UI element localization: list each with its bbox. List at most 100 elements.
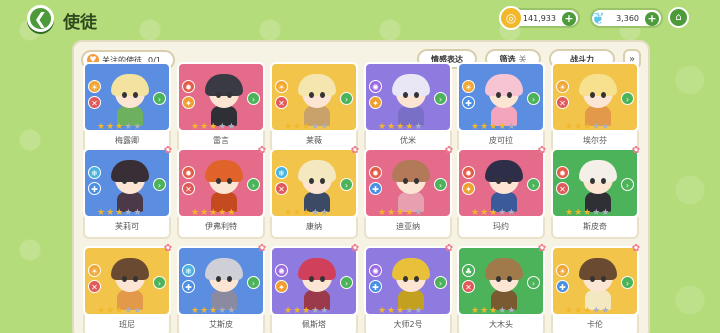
gem-currency: ❦ 3,360 + (590, 8, 663, 28)
role-icon: ✚ (182, 280, 195, 293)
element-icon: ✺ (369, 264, 382, 277)
role-icon: ✦ (182, 96, 195, 109)
apostle-name: 卡伦 (551, 315, 639, 333)
apostle-figure (296, 258, 338, 310)
chevron-right-icon: › (434, 178, 447, 191)
apostle-portrait: ☀ ✚ › ★ ★ ★ ★ ★ (551, 246, 639, 316)
element-icon: ✹ (182, 80, 195, 93)
apostle-card[interactable]: ✹ ✕ › ★ ★ ★ ★ ★ ✿ 斯皮奇 (551, 145, 641, 239)
chevron-right-icon: › (621, 92, 634, 105)
apostle-figure (296, 160, 338, 212)
apostle-card[interactable]: ✹ ✕ › ★ ★ ★ ★ ★ ✿ 伊弗利特 (177, 145, 267, 239)
role-icon: ✚ (369, 182, 382, 195)
apostle-figure (390, 258, 432, 310)
apostle-card[interactable]: ✹ ✦ › ★ ★ ★ ★ ★ ✿ 玛约 (457, 145, 547, 239)
chevron-right-icon: › (527, 276, 540, 289)
apostle-figure (296, 74, 338, 126)
apostle-card[interactable]: ☀ ✚ › ★ ★ ★ ★ ★ 皮可拉 (457, 62, 545, 153)
apostle-card[interactable]: ☀ ✕ › ★ ★ ★ ★ ★ 埃尔芬 (551, 62, 639, 153)
chevron-right-icon: › (247, 276, 260, 289)
apostle-name: 康纳 (270, 217, 358, 239)
flower-icon: ✿ (350, 243, 360, 254)
role-icon: ✦ (275, 280, 288, 293)
role-icon: ✕ (275, 96, 288, 109)
apostle-portrait: ✹ ✕ › ★ ★ ★ ★ ★ (177, 148, 265, 218)
element-icon: ✹ (369, 166, 382, 179)
apostle-name: 艾斯皮 (177, 315, 265, 333)
home-button[interactable]: ⌂ (668, 7, 689, 28)
apostle-card[interactable]: ❄ ✚ › ★ ★ ★ ★ ★ ✿ 芙莉可 (83, 145, 173, 239)
flower-icon: ✿ (257, 145, 267, 156)
apostle-portrait: ☀ ✕ › ★ ★ ★ ★ ★ (551, 62, 639, 132)
apostle-figure (109, 74, 151, 126)
apostle-name: 迪亚纳 (364, 217, 452, 239)
chevron-right-icon: › (340, 276, 353, 289)
element-icon: ☀ (88, 264, 101, 277)
apostle-card[interactable]: ☀ ✕ › ★ ★ ★ ★ ★ 莱薇 (270, 62, 358, 153)
flower-icon: ✿ (163, 243, 173, 254)
apostle-card[interactable]: ✺ ✚ › ★ ★ ★ ★ ★ ✿ 大师2号 (364, 243, 454, 333)
element-icon: ❄ (182, 264, 195, 277)
role-icon: ✕ (462, 280, 475, 293)
element-icon: ☀ (275, 80, 288, 93)
apostle-card[interactable]: ☀ ✚ › ★ ★ ★ ★ ★ ✿ 卡伦 (551, 243, 640, 333)
apostle-figure (577, 258, 619, 310)
apostle-card[interactable]: ☀ ✕ › ★ ★ ★ ★ ★ ✿ 班尼 (83, 243, 173, 333)
apostle-name: 大师2号 (364, 315, 452, 333)
apostle-card[interactable]: ✺ ✦ › ★ ★ ★ ★ ★ ✿ 佩斯塔 (270, 243, 360, 333)
apostle-portrait: ❄ ✚ › ★ ★ ★ ★ ★ (177, 246, 265, 316)
apostle-name: 伊弗利特 (177, 217, 265, 239)
apostle-portrait: ✹ ✦ › ★ ★ ★ ★ ★ (177, 62, 265, 132)
apostle-name: 佩斯塔 (270, 315, 358, 333)
home-icon: ⌂ (675, 12, 682, 23)
flower-icon: ✿ (444, 145, 454, 156)
apostle-name: 芙莉可 (83, 217, 171, 239)
apostle-card[interactable]: ✺ ✦ › ★ ★ ★ ★ ★ 优米 (364, 62, 452, 153)
chevron-right-icon: › (434, 92, 447, 105)
page-title: 使徒 (63, 13, 97, 33)
role-icon: ✚ (556, 280, 569, 293)
flower-icon: ✿ (631, 145, 641, 156)
role-icon: ✕ (556, 182, 569, 195)
flower-icon: ✿ (350, 145, 360, 156)
role-icon: ✕ (556, 96, 569, 109)
apostle-card[interactable]: ✹ ✚ › ★ ★ ★ ★ ★ ✿ 迪亚纳 (364, 145, 454, 239)
chevron-right-icon: › (247, 178, 260, 191)
chevron-right-icon: › (621, 178, 634, 191)
chevron-right-icon: › (527, 178, 540, 191)
apostle-figure (577, 74, 619, 126)
apostle-figure (577, 160, 619, 212)
apostle-portrait: ❄ ✕ › ★ ★ ★ ★ ★ (270, 148, 358, 218)
back-button[interactable]: ❮ (27, 5, 54, 32)
apostle-card[interactable]: ❄ ✚ › ★ ★ ★ ★ ★ ✿ 艾斯皮 (177, 243, 266, 333)
add-gems-button[interactable]: + (645, 12, 659, 26)
chevron-right-icon: › (340, 178, 353, 191)
apostle-portrait: ☀ ✕ › ★ ★ ★ ★ ★ (83, 246, 171, 316)
flower-icon: ✿ (163, 145, 173, 156)
flower-icon: ✿ (444, 243, 454, 254)
role-icon: ✚ (369, 280, 382, 293)
apostle-card[interactable]: ☀ ✕ › ★ ★ ★ ★ ★ 梅露卿 (83, 62, 171, 153)
apostle-figure (483, 160, 525, 212)
element-icon: ☀ (88, 80, 101, 93)
role-icon: ✕ (88, 96, 101, 109)
chevron-right-icon: › (621, 276, 634, 289)
apostle-portrait: ❄ ✚ › ★ ★ ★ ★ ★ (83, 148, 171, 218)
apostle-portrait: ✺ ✦ › ★ ★ ★ ★ ★ (364, 62, 452, 132)
apostle-portrait: ✹ ✦ › ★ ★ ★ ★ ★ (457, 148, 545, 218)
element-icon: ♣ (462, 264, 475, 277)
butterfly-icon: ❦ (591, 8, 605, 28)
apostle-figure (390, 160, 432, 212)
chevron-right-icon: › (153, 178, 166, 191)
apostle-card[interactable]: ✹ ✦ › ★ ★ ★ ★ ★ 雷言 (177, 62, 265, 153)
add-gold-button[interactable]: + (562, 12, 576, 26)
apostle-portrait: ☀ ✕ › ★ ★ ★ ★ ★ (83, 62, 171, 132)
apostle-card[interactable]: ♣ ✕ › ★ ★ ★ ★ ★ ✿ 大木头 (457, 243, 546, 333)
apostle-figure (483, 258, 525, 310)
chevron-right-icon: › (247, 92, 260, 105)
apostle-figure (390, 74, 432, 126)
flower-icon: ✿ (537, 145, 547, 156)
apostle-name: 班尼 (83, 315, 171, 333)
apostle-card[interactable]: ❄ ✕ › ★ ★ ★ ★ ★ ✿ 康纳 (270, 145, 360, 239)
chevron-right-icon: › (434, 276, 447, 289)
